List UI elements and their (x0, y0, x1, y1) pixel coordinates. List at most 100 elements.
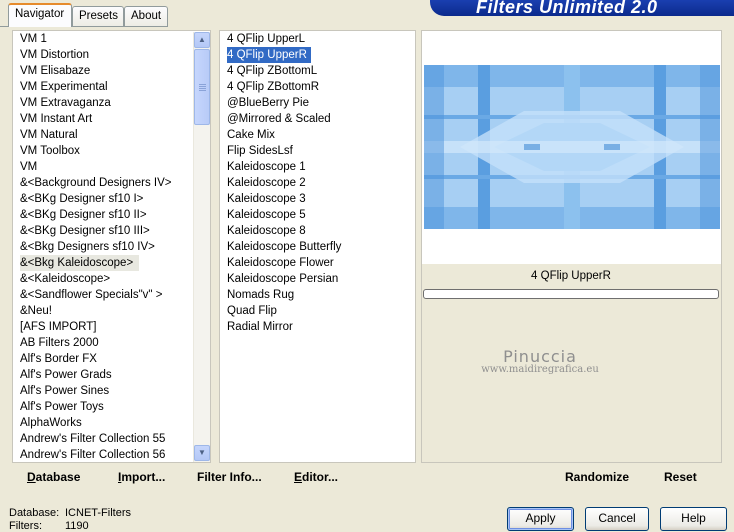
category-item[interactable]: Andrew's Filter Collection 56 (18, 447, 192, 463)
category-item[interactable]: Alf's Power Sines (18, 383, 192, 399)
category-item[interactable]: &<Bkg Kaleidoscope> (18, 255, 192, 271)
scroll-up-button[interactable]: ▲ (194, 32, 210, 48)
category-item-label: AB Filters 2000 (20, 337, 99, 349)
category-item[interactable]: &Neu! (18, 303, 192, 319)
cancel-button[interactable]: Cancel (585, 507, 649, 531)
category-item[interactable]: VM Distortion (18, 47, 192, 63)
category-item-label: VM (20, 161, 38, 173)
filter-info-button[interactable]: Filter Info... (197, 470, 262, 484)
scroll-thumb[interactable] (194, 49, 210, 125)
filter-item[interactable]: Kaleidoscope 5 (225, 207, 410, 223)
category-item-label: &<Sandflower Specials"v" > (20, 289, 163, 301)
filter-item-label: Flip SidesLsf (227, 145, 293, 157)
category-item-label: Andrew's Filter Collection 55 (20, 433, 166, 445)
category-item-label: VM Extravaganza (20, 97, 111, 109)
category-item[interactable]: VM (18, 159, 192, 175)
filter-item[interactable]: Flip SidesLsf (225, 143, 410, 159)
category-item[interactable]: AlphaWorks (18, 415, 192, 431)
tab-navigator[interactable]: Navigator (8, 3, 72, 27)
category-scrollbar[interactable]: ▲ ▼ (193, 32, 210, 462)
tab-presets-label: Presets (79, 10, 118, 22)
category-item-label: VM Elisabaze (20, 65, 91, 77)
category-item[interactable]: &<Background Designers IV> (18, 175, 192, 191)
tab-presets[interactable]: Presets (72, 6, 124, 26)
filter-item[interactable]: Kaleidoscope Butterfly (225, 239, 410, 255)
category-item[interactable]: VM Experimental (18, 79, 192, 95)
preview-image (424, 65, 720, 229)
filter-item-label: 4 QFlip ZBottomL (227, 65, 318, 77)
category-item[interactable]: VM Instant Art (18, 111, 192, 127)
filter-item-label: Kaleidoscope 3 (227, 193, 306, 205)
category-item-label: AlphaWorks (20, 417, 82, 429)
filter-item[interactable]: Cake Mix (225, 127, 410, 143)
filter-item[interactable]: 4 QFlip ZBottomR (225, 79, 410, 95)
preview-divider (422, 301, 720, 319)
filter-item[interactable]: Kaleidoscope 1 (225, 159, 410, 175)
scroll-grip-line (199, 86, 206, 87)
filter-item[interactable]: Kaleidoscope 2 (225, 175, 410, 191)
filter-item-label: Kaleidoscope Flower (227, 257, 334, 269)
parameter-slot (422, 320, 720, 336)
category-item[interactable]: VM Extravaganza (18, 95, 192, 111)
category-item[interactable]: VM 1 (18, 31, 192, 47)
scroll-grip-line (199, 90, 206, 91)
category-item[interactable]: Alf's Power Toys (18, 399, 192, 415)
filter-item[interactable]: @Mirrored & Scaled (225, 111, 410, 127)
category-item[interactable]: VM Natural (18, 127, 192, 143)
help-label: Help (681, 511, 706, 525)
category-item[interactable]: VM Toolbox (18, 143, 192, 159)
filter-item-label: @BlueBerry Pie (227, 97, 309, 109)
filter-list[interactable]: 4 QFlip UpperL 4 QFlip UpperR 4 QFlip ZBot… (225, 31, 410, 335)
filter-item[interactable]: Kaleidoscope 3 (225, 191, 410, 207)
scroll-down-button[interactable]: ▼ (194, 445, 210, 461)
scroll-grip-line (199, 88, 206, 89)
app-title: Filters Unlimited 2.0 (476, 0, 658, 16)
database-button[interactable]: Database (27, 470, 80, 484)
filter-item-label: Kaleidoscope Persian (227, 273, 339, 285)
category-item[interactable]: &<Sandflower Specials"v" > (18, 287, 192, 303)
filter-item[interactable]: 4 QFlip UpperR (225, 47, 410, 63)
status-database: Database: ICNET-Filters (9, 507, 131, 519)
category-item[interactable]: Andrew's Filter Collection 55 (18, 431, 192, 447)
filter-item-label: Kaleidoscope 2 (227, 177, 306, 189)
filter-item[interactable]: Quad Flip (225, 303, 410, 319)
category-item-label: &<BKg Designer sf10 II> (20, 209, 147, 221)
editor-button[interactable]: Editor... (294, 470, 338, 484)
status-filters-value: 1190 (65, 520, 89, 532)
reset-button[interactable]: Reset (664, 470, 697, 484)
parameter-slot (422, 405, 720, 421)
category-item[interactable]: VM Elisabaze (18, 63, 192, 79)
filter-item-label: Quad Flip (227, 305, 277, 317)
category-item[interactable]: [AFS IMPORT] (18, 319, 192, 335)
category-item[interactable]: AB Filters 2000 (18, 335, 192, 351)
category-item-label: Alf's Border FX (20, 353, 97, 365)
category-item[interactable]: Alf's Power Grads (18, 367, 192, 383)
tab-about[interactable]: About (124, 6, 168, 26)
filter-item[interactable]: Kaleidoscope Flower (225, 255, 410, 271)
category-item-label: Alf's Power Toys (20, 401, 104, 413)
filter-item[interactable]: Nomads Rug (225, 287, 410, 303)
category-item[interactable]: Alf's Border FX (18, 351, 192, 367)
randomize-button[interactable]: Randomize (565, 470, 629, 484)
filter-item[interactable]: Kaleidoscope 8 (225, 223, 410, 239)
category-item-label: &<Kaleidoscope> (20, 273, 111, 285)
filter-item[interactable]: 4 QFlip UpperL (225, 31, 410, 47)
watermark: Pinuccia www.maidiregrafica.eu (478, 347, 602, 375)
category-item[interactable]: &<BKg Designer sf10 I> (18, 191, 192, 207)
status-filters: Filters: 1190 (9, 520, 89, 532)
kaleidoscope-preview-graphic (424, 65, 720, 229)
filter-item-label: Kaleidoscope 5 (227, 209, 306, 221)
filter-item[interactable]: Kaleidoscope Persian (225, 271, 410, 287)
category-item[interactable]: &<BKg Designer sf10 III> (18, 223, 192, 239)
import-button[interactable]: Import... (118, 470, 165, 484)
filter-item[interactable]: Radial Mirror (225, 319, 410, 335)
filter-item[interactable]: @BlueBerry Pie (225, 95, 410, 111)
filter-item[interactable]: 4 QFlip ZBottomL (225, 63, 410, 79)
category-item[interactable]: &<Bkg Designers sf10 IV> (18, 239, 192, 255)
apply-button[interactable]: Apply (507, 507, 574, 531)
category-list[interactable]: VM 1 VM Distortion VM Elisabaze VM Experime… (18, 31, 192, 463)
category-item-label: &<Bkg Kaleidoscope> (20, 255, 140, 271)
category-item[interactable]: &<Kaleidoscope> (18, 271, 192, 287)
category-item[interactable]: &<BKg Designer sf10 II> (18, 207, 192, 223)
help-button[interactable]: Help (660, 507, 727, 531)
